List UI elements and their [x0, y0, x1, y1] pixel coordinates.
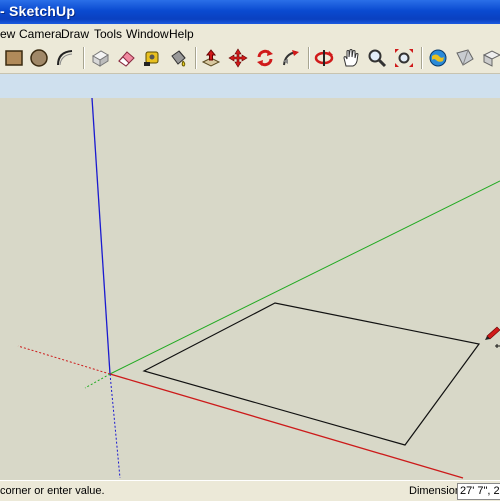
- pan-icon[interactable]: [340, 47, 362, 69]
- share-model-icon[interactable]: [454, 47, 476, 69]
- get-models-icon[interactable]: [427, 47, 449, 69]
- rectangle-icon[interactable]: [3, 47, 25, 69]
- rotate-icon[interactable]: [254, 47, 276, 69]
- menu-window[interactable]: Window: [126, 27, 169, 41]
- drawing-viewport[interactable]: [0, 98, 500, 480]
- menu-tools[interactable]: Tools: [94, 27, 122, 41]
- zoom-extents-icon[interactable]: [393, 47, 415, 69]
- dimensions-value: 27' 7", 27': [460, 485, 500, 497]
- dimensions-input[interactable]: 27' 7", 27': [457, 483, 500, 500]
- toolbar-separator: [83, 47, 85, 69]
- title-bar: - SketchUp: [0, 0, 500, 24]
- red-axis-negative: [17, 345, 111, 375]
- window-title: - SketchUp: [0, 3, 76, 19]
- blue-axis: [91, 98, 111, 375]
- make-component-icon[interactable]: [89, 47, 111, 69]
- orbit-icon[interactable]: [313, 47, 335, 69]
- circle-icon[interactable]: [28, 47, 50, 69]
- menu-draw[interactable]: Draw: [61, 27, 89, 41]
- status-text: corner or enter value.: [0, 485, 105, 497]
- pencil-cursor-icon: [485, 326, 500, 348]
- menu-view[interactable]: ew: [0, 27, 15, 41]
- follow-me-icon[interactable]: [280, 47, 302, 69]
- drawn-rectangle[interactable]: [142, 302, 481, 446]
- toolbar: [0, 43, 500, 74]
- green-axis: [109, 180, 500, 375]
- toolbar-separator: [195, 47, 197, 69]
- menu-bar: ew Camera Draw Tools Window Help: [0, 24, 500, 43]
- get-components-icon[interactable]: [481, 47, 500, 69]
- move-icon[interactable]: [227, 47, 249, 69]
- toolbar-separator: [421, 47, 423, 69]
- status-bar: corner or enter value. Dimensions 27' 7"…: [0, 480, 500, 501]
- toolbar-strip: [0, 74, 500, 99]
- push-pull-icon[interactable]: [200, 47, 222, 69]
- scene-canvas[interactable]: [0, 98, 500, 480]
- tape-measure-icon[interactable]: [141, 47, 163, 69]
- red-axis: [109, 373, 464, 479]
- toolbar-separator: [308, 47, 310, 69]
- eraser-icon[interactable]: [115, 47, 137, 69]
- green-axis-negative: [84, 373, 111, 389]
- menu-camera[interactable]: Camera: [19, 27, 62, 41]
- paint-bucket-icon[interactable]: [167, 47, 189, 69]
- menu-help[interactable]: Help: [169, 27, 194, 41]
- arc-icon[interactable]: [54, 47, 76, 69]
- blue-axis-negative: [109, 373, 121, 479]
- zoom-icon[interactable]: [366, 47, 388, 69]
